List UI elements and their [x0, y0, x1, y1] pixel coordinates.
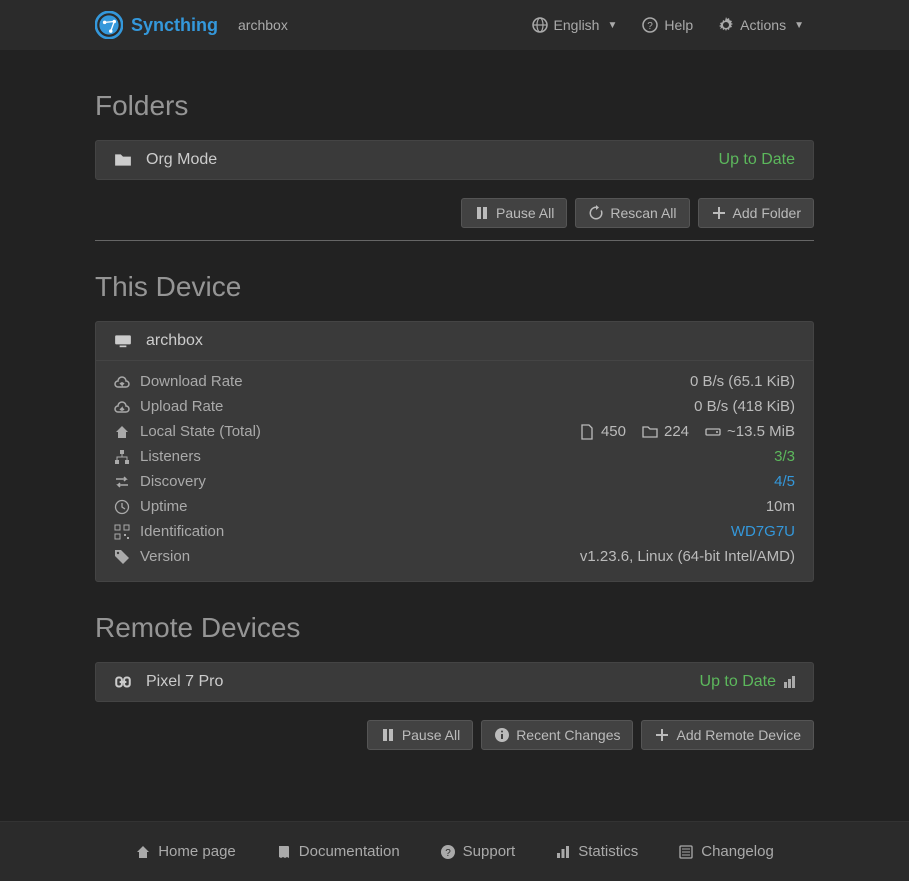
rescan-all-button[interactable]: Rescan All	[575, 198, 689, 228]
brand-text: Syncthing	[131, 15, 218, 36]
navbar: Syncthing archbox English ▼ ? Help Actio…	[0, 0, 909, 50]
recent-changes-button[interactable]: Recent Changes	[481, 720, 633, 750]
files-count: 450	[601, 423, 626, 440]
add-remote-device-button[interactable]: Add Remote Device	[641, 720, 814, 750]
pause-all-folders-button[interactable]: Pause All	[461, 198, 567, 228]
syncthing-logo-icon	[95, 11, 123, 39]
exchange-icon	[114, 474, 130, 490]
remote-device-name: Pixel 7 Pro	[146, 673, 223, 691]
book-icon	[276, 844, 292, 860]
plus-icon	[654, 727, 670, 743]
file-icon	[579, 424, 595, 440]
sitemap-icon	[114, 449, 130, 465]
device-icon	[114, 332, 132, 350]
caret-down-icon: ▼	[607, 20, 617, 31]
pause-icon	[380, 727, 396, 743]
plus-icon	[711, 205, 727, 221]
brand[interactable]: Syncthing	[95, 11, 218, 39]
home-icon	[135, 844, 151, 860]
cloud-upload-icon	[114, 399, 130, 415]
clock-icon	[114, 499, 130, 515]
nav-device-name: archbox	[238, 17, 288, 33]
bar-chart-icon	[555, 844, 571, 860]
version-value: v1.23.6, Linux (64-bit Intel/AMD)	[580, 548, 795, 565]
caret-down-icon: ▼	[794, 20, 804, 31]
globe-icon	[532, 17, 548, 33]
footer-changelog-link[interactable]: Changelog	[678, 843, 774, 860]
folders-heading: Folders	[95, 90, 814, 122]
listeners-value[interactable]: 3/3	[774, 448, 795, 465]
home-icon	[114, 424, 130, 440]
link-icon	[114, 673, 132, 691]
folder-panel[interactable]: Org Mode Up to Date	[95, 140, 814, 180]
this-device-panel: archbox Download Rate 0 B/s (65.1 KiB) U…	[95, 321, 814, 582]
gear-icon	[718, 17, 734, 33]
info-circle-icon	[494, 727, 510, 743]
folder-small-icon	[642, 424, 658, 440]
size-value: ~13.5 MiB	[727, 423, 795, 440]
footer-stats-link[interactable]: Statistics	[555, 843, 638, 860]
cloud-download-icon	[114, 374, 130, 390]
remote-device-status: Up to Date	[700, 673, 776, 691]
folder-status: Up to Date	[719, 151, 795, 169]
footer-home-link[interactable]: Home page	[135, 843, 236, 860]
footer-support-link[interactable]: ? Support	[440, 843, 516, 860]
this-device-header[interactable]: archbox	[96, 322, 813, 360]
list-icon	[678, 844, 694, 860]
help-link[interactable]: ? Help	[642, 17, 693, 33]
uptime-value: 10m	[766, 498, 795, 515]
signal-icon	[784, 676, 795, 688]
this-device-heading: This Device	[95, 271, 814, 303]
language-menu[interactable]: English ▼	[532, 17, 618, 33]
footer: Home page Documentation ? Support Statis…	[0, 821, 909, 881]
pause-icon	[474, 205, 490, 221]
download-rate-value: 0 B/s (65.1 KiB)	[690, 373, 795, 390]
device-id-value[interactable]: WD7G7U	[731, 523, 795, 540]
footer-docs-link[interactable]: Documentation	[276, 843, 400, 860]
folder-icon	[114, 151, 132, 169]
pause-all-devices-button[interactable]: Pause All	[367, 720, 473, 750]
discovery-value[interactable]: 4/5	[774, 473, 795, 490]
remote-device-panel[interactable]: Pixel 7 Pro Up to Date	[95, 662, 814, 702]
question-circle-icon: ?	[440, 844, 456, 860]
divider	[95, 240, 814, 241]
add-folder-button[interactable]: Add Folder	[698, 198, 814, 228]
actions-menu[interactable]: Actions ▼	[718, 17, 804, 33]
remote-devices-heading: Remote Devices	[95, 612, 814, 644]
qrcode-icon	[114, 524, 130, 540]
upload-rate-value: 0 B/s (418 KiB)	[694, 398, 795, 415]
svg-text:?: ?	[445, 848, 451, 859]
refresh-icon	[588, 205, 604, 221]
tag-icon	[114, 549, 130, 565]
this-device-name: archbox	[146, 332, 203, 350]
folder-name: Org Mode	[146, 151, 217, 169]
question-circle-icon: ?	[642, 17, 658, 33]
hdd-icon	[705, 424, 721, 440]
dirs-count: 224	[664, 423, 689, 440]
svg-text:?: ?	[648, 21, 654, 32]
